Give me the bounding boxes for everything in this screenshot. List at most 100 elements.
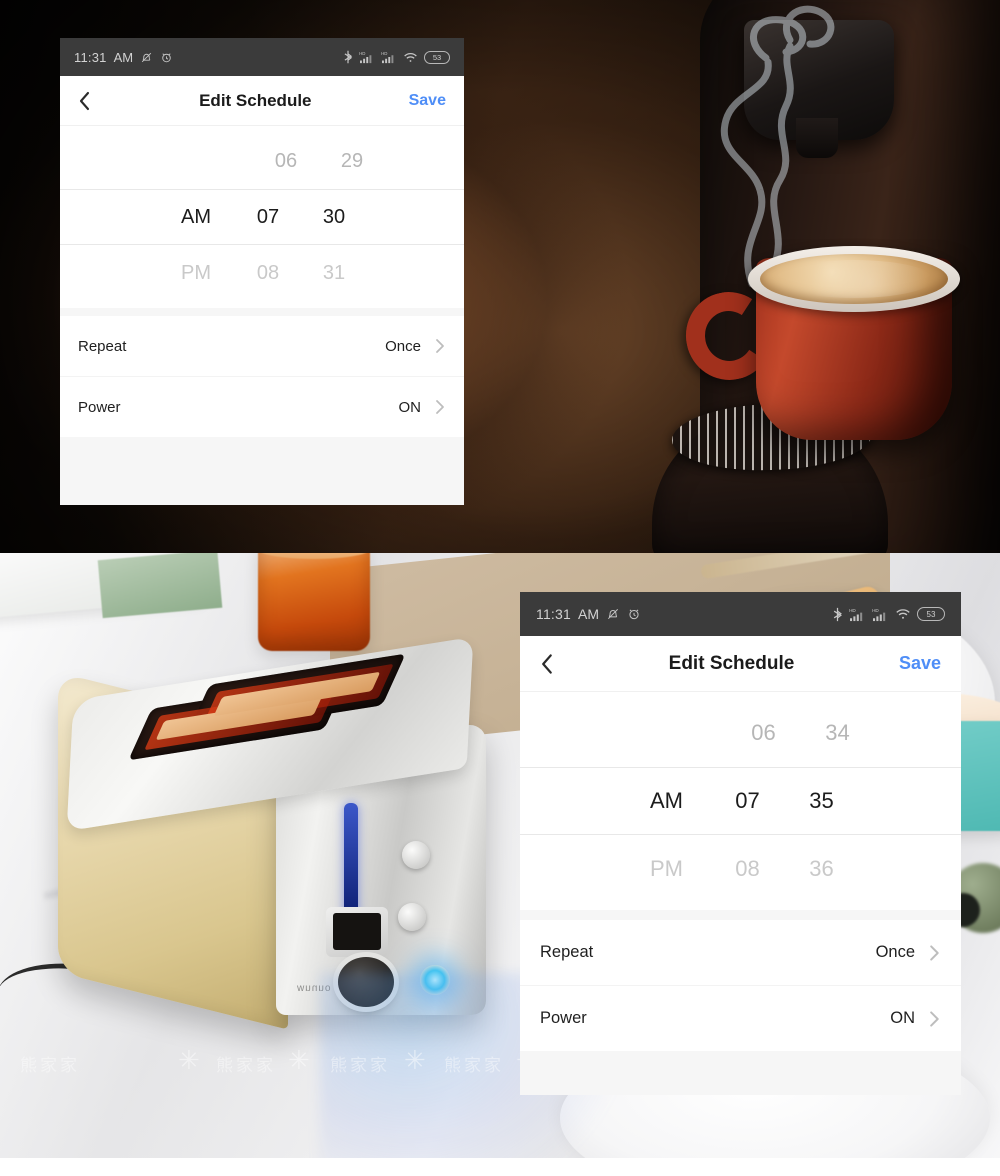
back-button[interactable]: [78, 90, 102, 112]
power-row-right: ON: [890, 1009, 941, 1029]
screenshot-canvas: ounuw 熊家家 ✳ 熊家家 ✳ 熊家家 ✳ 熊家家 ✳ 11:31 AM: [0, 0, 1000, 1176]
chevron-left-icon: [79, 91, 90, 110]
watermark-star-icon: ✳: [404, 1045, 426, 1075]
picker-row-above[interactable]: 06 34: [520, 699, 961, 767]
picker-minute-above[interactable]: 29: [317, 150, 387, 173]
toaster-button[interactable]: [398, 903, 426, 931]
status-time: 11:31: [74, 49, 107, 65]
picker-meridiem-below[interactable]: PM: [155, 262, 237, 285]
repeat-row-right: Once: [876, 943, 941, 963]
picker-meridiem-selected[interactable]: AM: [155, 206, 237, 229]
battery-level: 53: [432, 52, 442, 62]
watermark-text: 熊家家: [20, 1056, 80, 1075]
svg-text:HD: HD: [872, 608, 879, 613]
phone-screenshot-bottom: 11:31 AM HD HD 53 Edit Schedule Save 06 …: [520, 592, 961, 1095]
picker-hour-selected[interactable]: 07: [237, 206, 299, 229]
picker-hour-selected[interactable]: 07: [713, 788, 783, 814]
save-button[interactable]: Save: [899, 653, 941, 674]
repeat-label: Repeat: [78, 337, 127, 355]
wifi-icon: [404, 52, 417, 62]
picker-row-selected[interactable]: AM 07 30: [60, 189, 464, 245]
back-button[interactable]: [540, 652, 564, 676]
picker-meridiem-selected[interactable]: AM: [621, 788, 713, 814]
power-label: Power: [78, 398, 121, 416]
picker-minute-selected[interactable]: 30: [299, 206, 369, 229]
svg-text:HD: HD: [359, 51, 365, 56]
power-row[interactable]: Power ON: [520, 986, 961, 1051]
toaster-button[interactable]: [402, 841, 430, 869]
picker-row-below[interactable]: PM 08 31: [60, 245, 464, 301]
save-button[interactable]: Save: [409, 92, 446, 110]
picker-row-selected[interactable]: AM 07 35: [520, 767, 961, 835]
watermark-text: 熊家家: [216, 1056, 276, 1075]
picker-minute-below[interactable]: 36: [783, 856, 861, 882]
signal-hd-icon: HD: [849, 608, 863, 621]
status-meridiem: AM: [113, 49, 134, 65]
signal-hd-icon: HD: [359, 51, 372, 64]
coffee-crema: [760, 254, 948, 304]
page-title: Edit Schedule: [199, 90, 312, 110]
battery-indicator: 53: [917, 607, 945, 621]
power-value: ON: [890, 1009, 915, 1027]
picker-minute-selected[interactable]: 35: [783, 788, 861, 814]
watermark-star-icon: ✳: [288, 1045, 310, 1075]
wifi-icon: [896, 609, 910, 619]
section-gap: [520, 910, 961, 920]
bell-mute-icon: [141, 52, 152, 62]
picker-minute-below[interactable]: 31: [299, 262, 369, 285]
repeat-label: Repeat: [540, 943, 594, 961]
time-picker[interactable]: 06 34 AM 07 35 PM 08 36: [520, 692, 961, 910]
power-label: Power: [540, 1009, 587, 1027]
picker-meridiem-below[interactable]: PM: [621, 856, 713, 882]
status-bar-right: HD HD 53: [343, 50, 450, 64]
bell-mute-icon: [607, 608, 619, 620]
status-bar-right: HD HD 53: [832, 607, 945, 622]
chevron-right-icon: [435, 398, 446, 416]
repeat-value: Once: [385, 337, 421, 355]
picker-hour-below[interactable]: 08: [713, 856, 783, 882]
bluetooth-icon: [833, 607, 842, 621]
battery-level: 53: [926, 609, 936, 619]
picker-minute-above[interactable]: 34: [799, 720, 877, 746]
page-title: Edit Schedule: [668, 652, 795, 674]
battery-indicator: 53: [424, 50, 450, 64]
status-bar-left: 11:31 AM: [74, 50, 173, 65]
navigation-bar: Edit Schedule Save: [60, 76, 464, 126]
chevron-right-icon: [435, 337, 446, 355]
toaster-lever-knob[interactable]: [326, 907, 388, 957]
svg-text:HD: HD: [381, 51, 387, 56]
repeat-row[interactable]: Repeat Once: [60, 316, 464, 376]
bluetooth-icon: [344, 50, 353, 64]
phone-screenshot-top: 11:31 AM HD HD 53 Edit Schedule Save 06 …: [60, 38, 464, 505]
repeat-row-right: Once: [385, 337, 446, 355]
status-bar: 11:31 AM HD HD 53: [60, 38, 464, 76]
picker-hour-above[interactable]: 06: [729, 720, 799, 746]
power-value: ON: [398, 398, 422, 416]
watermark-text: 熊家家: [330, 1056, 390, 1075]
status-bar: 11:31 AM HD HD 53: [520, 592, 961, 636]
status-meridiem: AM: [578, 606, 599, 622]
alarm-clock-icon: [162, 52, 171, 62]
navigation-bar: Edit Schedule Save: [520, 636, 961, 692]
jam-jar: [258, 553, 370, 651]
chevron-left-icon: [542, 653, 552, 674]
picker-row-below[interactable]: PM 08 36: [520, 835, 961, 903]
green-napkin: [97, 553, 223, 619]
repeat-row[interactable]: Repeat Once: [520, 920, 961, 985]
power-row-right: ON: [399, 398, 447, 416]
power-row[interactable]: Power ON: [60, 377, 464, 437]
repeat-value: Once: [875, 943, 915, 961]
bottom-white-margin: [0, 1158, 1000, 1176]
panel-footer-area: [520, 1051, 961, 1095]
alarm-clock-icon: [629, 609, 639, 620]
status-time: 11:31: [536, 606, 571, 622]
time-picker[interactable]: 06 29 AM 07 30 PM 08 31: [60, 126, 464, 308]
svg-text:HD: HD: [849, 608, 856, 613]
picker-row-above[interactable]: 06 29: [60, 133, 464, 189]
toaster-lever-shaft[interactable]: [344, 803, 358, 923]
chevron-right-icon: [929, 943, 941, 963]
picker-hour-above[interactable]: 06: [255, 150, 317, 173]
panel-footer-area: [60, 437, 464, 505]
picker-hour-below[interactable]: 08: [237, 262, 299, 285]
signal-hd-icon-2: HD: [872, 608, 886, 621]
